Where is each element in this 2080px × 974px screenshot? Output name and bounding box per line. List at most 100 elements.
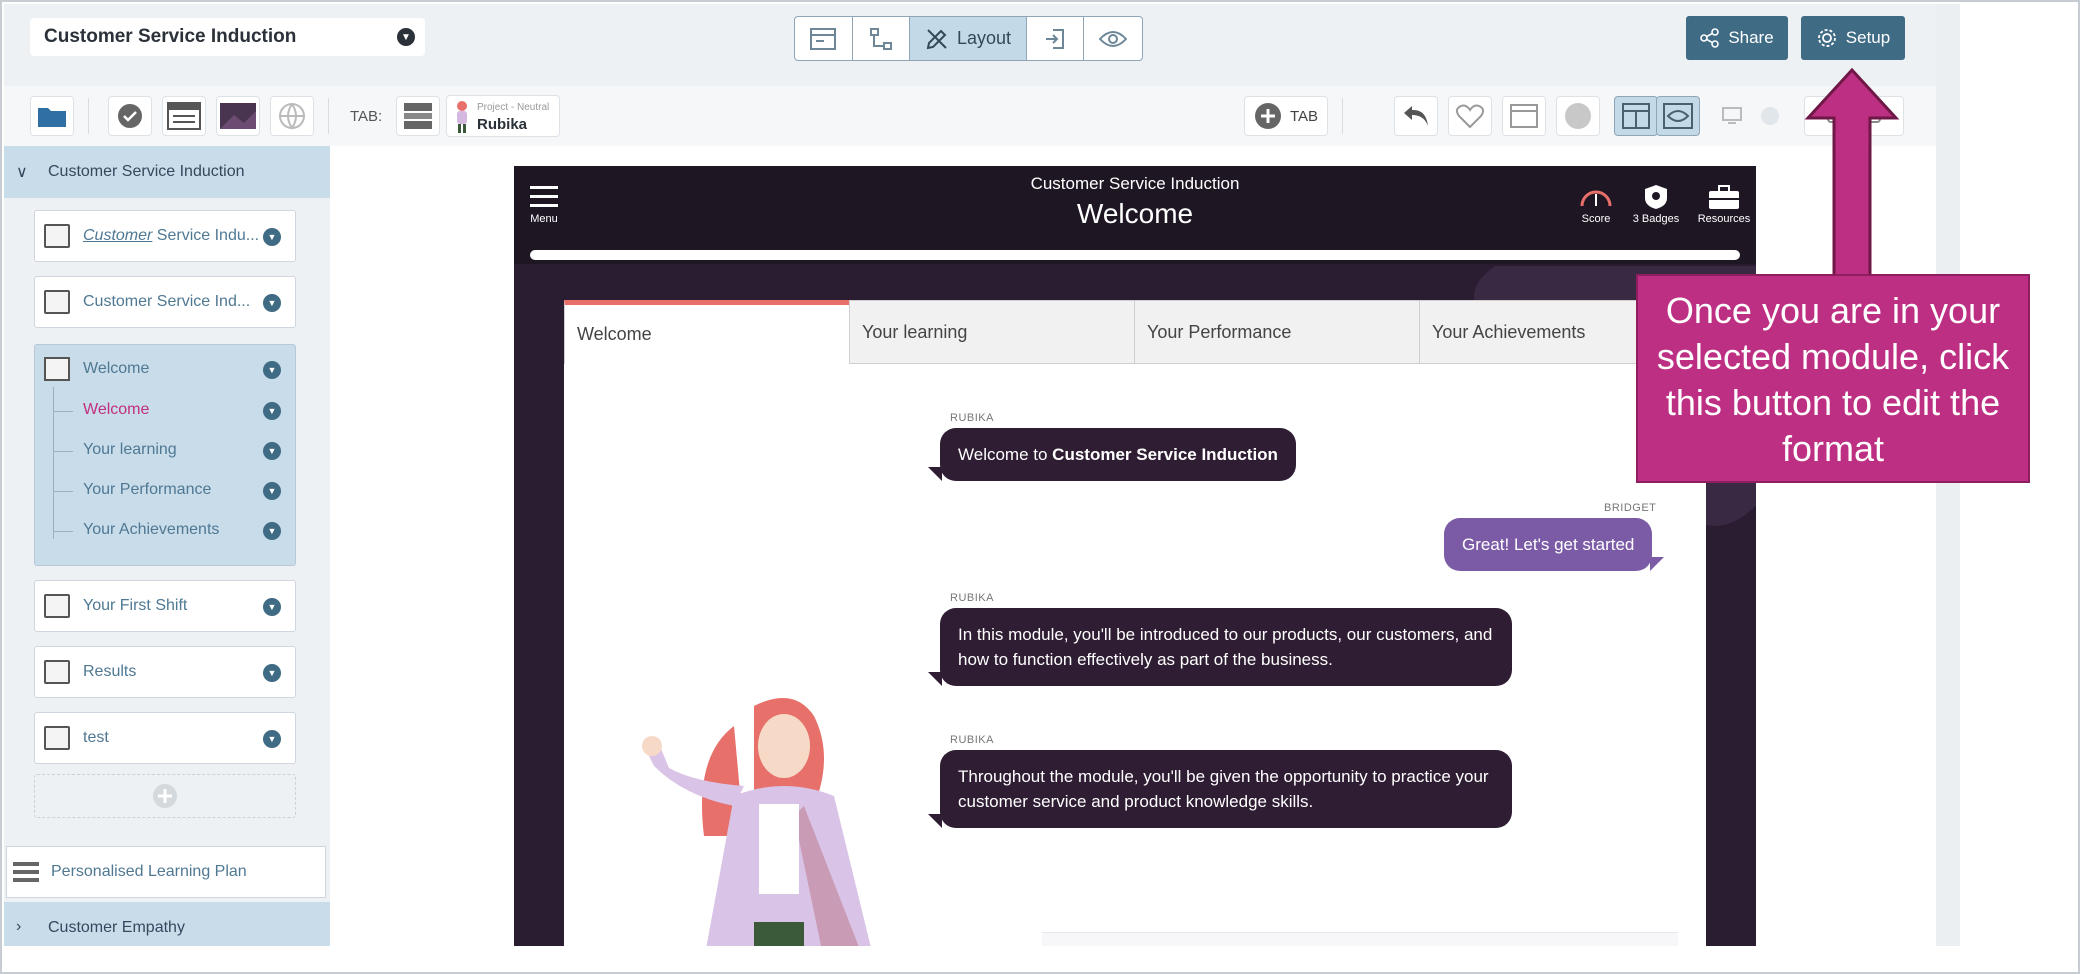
chevron-down-icon[interactable]: ▼ xyxy=(263,730,281,748)
chevron-right-icon: › xyxy=(16,918,22,935)
chat-text: In this module, you'll be introduced to … xyxy=(958,625,1493,669)
activity-icon xyxy=(44,594,70,618)
module-preview: Menu Customer Service Induction Welcome … xyxy=(514,166,1756,946)
character-selector[interactable]: Project - Neutral Rubika xyxy=(446,95,560,137)
chat-text: Welcome to xyxy=(958,445,1053,464)
layout-button[interactable]: Layout xyxy=(910,17,1027,60)
share-icon xyxy=(1700,28,1720,48)
window-layout-icon xyxy=(167,102,201,130)
section-title: Customer Empathy xyxy=(48,919,185,936)
share-label: Share xyxy=(1728,28,1774,47)
chevron-down-icon[interactable]: ▼ xyxy=(263,664,281,682)
chat-bubble: Throughout the module, you'll be given t… xyxy=(928,750,1512,828)
sidebar-item-welcome[interactable]: Welcome xyxy=(83,360,149,378)
tab-your-performance[interactable]: Your Performance xyxy=(1134,300,1420,364)
section-header-customer-service-induction[interactable]: ∨ Customer Service Induction xyxy=(4,146,330,198)
chevron-down-icon[interactable]: ▼ xyxy=(263,482,281,500)
progress-bar xyxy=(530,250,1740,260)
sidebar-item-your-first-shift[interactable]: Your First Shift ▼ xyxy=(34,580,296,632)
sidebar-item-results[interactable]: Results ▼ xyxy=(34,646,296,698)
share-button[interactable]: Share xyxy=(1686,16,1788,60)
setup-button[interactable]: Setup xyxy=(1801,16,1905,60)
score-button[interactable]: Score xyxy=(1566,184,1626,225)
tab-item-your-performance[interactable]: Your Performance xyxy=(83,481,211,499)
layout-panel-button[interactable] xyxy=(1614,96,1658,136)
sidebar-item-personalised-learning-plan[interactable]: Personalised Learning Plan xyxy=(6,846,326,898)
check-circle-icon xyxy=(118,104,142,128)
circle-icon xyxy=(1565,103,1591,129)
instruction-callout: Once you are in your selected module, cl… xyxy=(1636,274,2030,483)
preview-button[interactable] xyxy=(1084,17,1142,60)
screen-layout-button[interactable] xyxy=(162,96,206,136)
chevron-down-icon[interactable]: ▼ xyxy=(263,294,281,312)
preview-toggle-button[interactable] xyxy=(1656,96,1700,136)
chat-text-bold: Customer Service Induction xyxy=(1052,445,1278,464)
sidebar-item-customer-service-indu[interactable]: Customer Service Indu... ▼ xyxy=(34,210,296,262)
tab-your-learning[interactable]: Your learning xyxy=(849,300,1135,364)
section-title: Customer Service Induction xyxy=(48,163,245,180)
chevron-down-icon[interactable]: ▼ xyxy=(263,361,281,379)
mobile-view-button[interactable] xyxy=(1748,96,1792,136)
monitor-icon xyxy=(1722,107,1742,124)
sidebar-item-test[interactable]: test ▼ xyxy=(34,712,296,764)
badges-button[interactable]: 3 Badges xyxy=(1626,184,1686,225)
chevron-down-icon: ∨ xyxy=(16,164,28,181)
tab-item-your-learning[interactable]: Your learning xyxy=(83,441,177,459)
speaker-label: RUBIKA xyxy=(950,412,994,424)
character-avatar-icon xyxy=(457,101,467,133)
chevron-down-icon[interactable]: ▼ xyxy=(263,402,281,420)
sidebar-group-welcome: Welcome ▼ Welcome ▼ Your learning ▼ Your… xyxy=(34,344,296,566)
chevron-down-icon[interactable]: ▼ xyxy=(263,442,281,460)
screen-icon xyxy=(44,357,70,381)
layout-label: Layout xyxy=(956,28,1012,48)
badge-icon xyxy=(1645,185,1667,209)
resources-button[interactable]: Resources xyxy=(1694,184,1754,225)
sidebar-item-label: Results xyxy=(83,663,137,680)
chevron-down-icon: ▼ xyxy=(397,28,415,46)
score-label: Score xyxy=(1581,213,1611,225)
tree-branch xyxy=(53,451,73,452)
heart-icon xyxy=(1456,104,1484,129)
undo-button[interactable] xyxy=(1394,96,1438,136)
content-card: Welcome Your learning Your Performance Y… xyxy=(564,300,1706,946)
globe-button[interactable] xyxy=(270,96,314,136)
check-button[interactable] xyxy=(108,96,152,136)
chat-bubble-user: Great! Let's get started xyxy=(1444,518,1665,571)
chat-input-area[interactable] xyxy=(1042,932,1678,946)
background-button[interactable] xyxy=(216,96,260,136)
layout-panel-icon xyxy=(1622,103,1650,129)
folder-button[interactable] xyxy=(30,96,74,136)
chevron-down-icon[interactable]: ▼ xyxy=(263,522,281,540)
chevron-down-icon[interactable]: ▼ xyxy=(263,228,281,246)
add-screen-button[interactable] xyxy=(34,774,296,818)
editor-toolbar: TAB: Project - Neutral Rubika TAB xyxy=(4,86,1936,146)
tab-item-your-achievements[interactable]: Your Achievements xyxy=(83,521,219,539)
tab-style-button[interactable] xyxy=(396,96,440,136)
character-illustration xyxy=(642,698,871,946)
sign-in-icon xyxy=(1046,28,1065,49)
chat-bubble: Welcome to Customer Service Induction xyxy=(928,428,1296,481)
list-icon xyxy=(13,862,39,882)
tab-item-welcome[interactable]: Welcome xyxy=(83,401,149,419)
add-tab-button[interactable]: TAB xyxy=(1244,96,1328,136)
enter-button[interactable] xyxy=(1027,17,1085,60)
speaker-label: RUBIKA xyxy=(950,592,994,604)
favourite-button[interactable] xyxy=(1448,96,1492,136)
bubble-tail xyxy=(928,467,942,481)
chat-text: Throughout the module, you'll be given t… xyxy=(958,767,1489,811)
screen-settings-button[interactable] xyxy=(1502,96,1546,136)
tree-view-button[interactable] xyxy=(853,17,910,60)
record-button[interactable] xyxy=(1556,96,1600,136)
tree-branch xyxy=(53,531,73,532)
chevron-down-icon[interactable]: ▼ xyxy=(263,598,281,616)
module-select-label: Customer Service Induction xyxy=(44,26,297,47)
results-icon xyxy=(44,660,70,684)
stack-icon xyxy=(404,103,432,129)
eye-screen-icon xyxy=(1663,103,1693,129)
circle-icon xyxy=(1761,107,1779,125)
sidebar-item-customer-service-ind[interactable]: Customer Service Ind... ▼ xyxy=(34,276,296,328)
tab-welcome[interactable]: Welcome xyxy=(564,300,850,364)
section-header-customer-empathy[interactable]: › Customer Empathy xyxy=(4,902,330,946)
module-select[interactable]: Customer Service Induction ▼ xyxy=(30,18,425,56)
screen-view-button[interactable] xyxy=(795,17,853,60)
